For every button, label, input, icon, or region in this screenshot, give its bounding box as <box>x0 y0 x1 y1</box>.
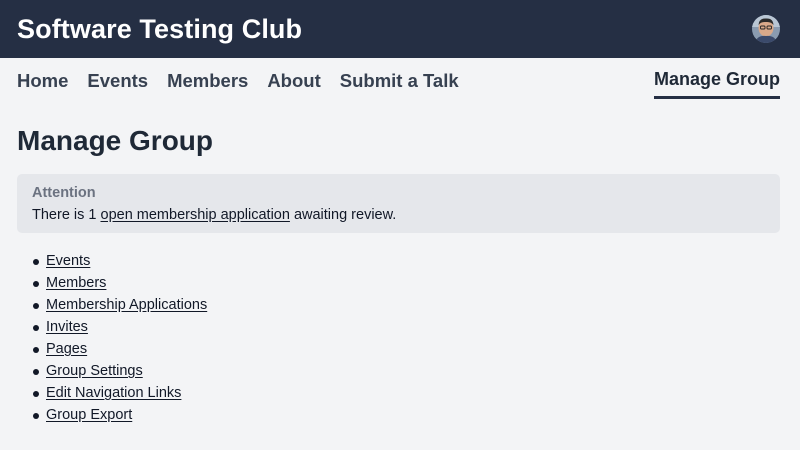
nav-events[interactable]: Events <box>87 70 148 92</box>
list-item: Edit Navigation Links <box>33 382 800 404</box>
bullet-icon <box>33 390 39 397</box>
bullet-icon <box>33 368 39 375</box>
menu-link-invites[interactable]: Invites <box>46 319 88 335</box>
top-header: Software Testing Club <box>0 0 800 58</box>
nav-home[interactable]: Home <box>17 70 68 92</box>
alert-text: There is 1 open membership application a… <box>32 206 765 224</box>
bullet-icon <box>33 258 39 265</box>
nav-manage-container: Manage Group <box>653 69 780 99</box>
menu-link-events[interactable]: Events <box>46 253 90 269</box>
alert-heading: Attention <box>32 185 96 201</box>
page-title: Manage Group <box>17 125 214 156</box>
main-nav: Home Events Members About Submit a Talk … <box>0 58 800 110</box>
list-item: Invites <box>33 316 800 338</box>
avatar-icon <box>752 15 780 43</box>
list-item: Group Settings <box>33 360 800 382</box>
alert-text-before: There is 1 <box>32 207 101 223</box>
list-item: Membership Applications <box>33 294 800 316</box>
open-membership-application-link[interactable]: open membership application <box>101 207 290 223</box>
menu-link-group-export[interactable]: Group Export <box>46 407 132 423</box>
bullet-icon <box>33 302 39 309</box>
manage-menu-list: Events Members Membership Applications I… <box>0 250 800 426</box>
nav-submit-talk[interactable]: Submit a Talk <box>340 70 459 92</box>
bullet-icon <box>33 346 39 353</box>
menu-link-members[interactable]: Members <box>46 275 106 291</box>
menu-link-pages[interactable]: Pages <box>46 341 87 357</box>
menu-link-group-settings[interactable]: Group Settings <box>46 363 143 379</box>
menu-link-edit-navigation-links[interactable]: Edit Navigation Links <box>46 385 181 401</box>
list-item: Group Export <box>33 404 800 426</box>
menu-link-membership-applications[interactable]: Membership Applications <box>46 297 207 313</box>
list-item: Events <box>33 250 800 272</box>
bullet-icon <box>33 324 39 331</box>
attention-alert: Attention There is 1 open membership app… <box>17 174 780 233</box>
bullet-icon <box>33 280 39 287</box>
nav-members[interactable]: Members <box>167 70 248 92</box>
bullet-icon <box>33 412 39 419</box>
nav-about[interactable]: About <box>267 70 320 92</box>
list-item: Members <box>33 272 800 294</box>
user-avatar[interactable] <box>752 15 780 43</box>
nav-links: Home Events Members About Submit a Talk <box>17 70 459 92</box>
nav-manage-group-active[interactable]: Manage Group <box>653 69 780 99</box>
alert-text-after: awaiting review. <box>289 207 397 223</box>
list-item: Pages <box>33 338 800 360</box>
site-title[interactable]: Software Testing Club <box>17 14 302 45</box>
